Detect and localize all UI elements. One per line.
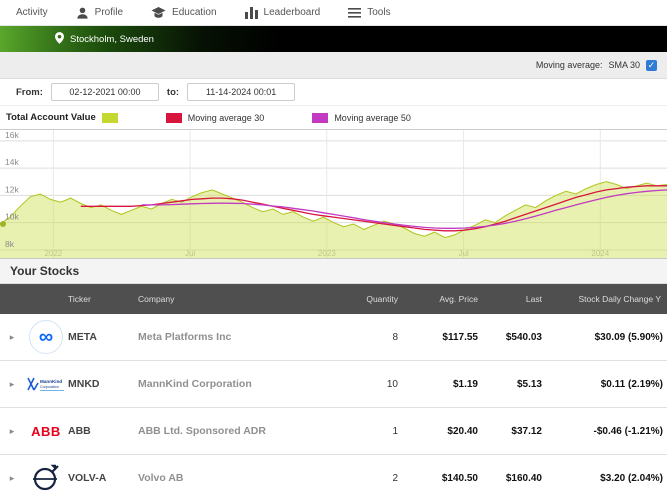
nav-label: Leaderboard — [263, 7, 321, 18]
app-window: Activity Profile Education Leaderboard T… — [0, 0, 667, 500]
legend-swatch — [165, 112, 182, 123]
legend-total-account-value[interactable]: Total Account Value — [6, 112, 118, 123]
nav-item-education[interactable]: Education — [151, 6, 217, 19]
legend-swatch — [312, 112, 329, 123]
col-last: Last — [525, 294, 542, 304]
ticker-cell: VOLV-A — [68, 472, 107, 484]
date-range-controls: From: to: — [0, 78, 667, 106]
nav-label: Profile — [94, 7, 124, 18]
legend-swatch — [101, 112, 118, 123]
svg-text:16k: 16k — [5, 130, 19, 140]
svg-text:12k: 12k — [5, 184, 19, 194]
location-banner: Stockholm, Sweden — [0, 26, 667, 52]
avg-price-cell: $20.40 — [447, 425, 478, 437]
table-row-mnkd[interactable]: ▸ MannKind Corporation MNKD MannKind Cor… — [0, 361, 667, 408]
legend-moving-average-30[interactable]: Moving average 30 — [165, 112, 264, 123]
from-date-input[interactable] — [50, 83, 159, 101]
expand-chevron-icon[interactable]: ▸ — [0, 473, 24, 484]
quantity-cell: 1 — [392, 425, 398, 437]
col-ticker: Ticker — [68, 294, 91, 304]
company-cell: Meta Platforms Inc — [138, 331, 232, 343]
abb-logo-icon: ABB — [31, 423, 61, 439]
quantity-cell: 10 — [386, 378, 398, 390]
avg-price-cell: $117.55 — [442, 331, 478, 343]
stocks-table-header: Ticker Company Quantity Avg. Price Last … — [0, 284, 667, 314]
meta-logo-icon: ∞ — [24, 320, 68, 354]
section-title-text: Your Stocks — [10, 264, 80, 278]
chart-canvas: 2022Jul2023Jul20248k10k12k14k16k — [0, 130, 667, 258]
volvo-logo-icon — [24, 462, 68, 494]
company-cell: Volvo AB — [138, 472, 184, 484]
col-quantity: Quantity — [366, 294, 398, 304]
svg-text:Corporation: Corporation — [40, 385, 59, 389]
person-icon — [76, 6, 89, 20]
nav-item-profile[interactable]: Profile — [76, 6, 123, 20]
ticker-cell: ABB — [68, 425, 91, 437]
moving-average-label: Moving average: — [535, 60, 603, 70]
top-nav: Activity Profile Education Leaderboard T… — [0, 0, 667, 26]
moving-average-controls: Moving average: SMA 30 — [0, 52, 667, 78]
chart-legend: Total Account Value Moving average 30 Mo… — [0, 106, 667, 130]
avg-price-cell: $1.19 — [452, 378, 478, 390]
change-cell: $0.11 (2.19%) — [600, 378, 663, 390]
expand-chevron-icon[interactable]: ▸ — [0, 426, 24, 437]
account-value-chart[interactable]: 2022Jul2023Jul20248k10k12k14k16k — [0, 130, 667, 258]
quantity-cell: 2 — [392, 472, 398, 484]
svg-text:14k: 14k — [5, 157, 19, 167]
expand-chevron-icon[interactable]: ▸ — [0, 332, 24, 343]
col-company: Company — [138, 294, 175, 304]
avg-price-cell: $140.50 — [441, 472, 478, 484]
company-cell: ABB Ltd. Sponsored ADR — [138, 425, 266, 437]
col-avg-price: Avg. Price — [439, 294, 478, 304]
from-label: From: — [16, 86, 43, 98]
sma-30-label: SMA 30 — [608, 60, 640, 70]
nav-label: Tools — [367, 7, 391, 18]
svg-text:MannKind: MannKind — [40, 379, 62, 384]
col-daily-change: Stock Daily Change Y — [578, 294, 661, 304]
sma-30-checkbox[interactable] — [646, 59, 657, 71]
nav-label: Education — [172, 7, 217, 18]
change-cell: $3.20 (2.04%) — [600, 472, 663, 484]
last-cell: $37.12 — [511, 425, 542, 437]
svg-text:8k: 8k — [5, 239, 15, 249]
nav-item-activity[interactable]: Activity — [10, 7, 48, 18]
change-cell: $30.09 (5.90%) — [594, 331, 663, 343]
nav-item-tools[interactable]: Tools — [348, 7, 391, 18]
nav-item-leaderboard[interactable]: Leaderboard — [244, 6, 321, 19]
bar-chart-icon — [244, 6, 258, 19]
quantity-cell: 8 — [392, 331, 398, 343]
company-cell: MannKind Corporation — [138, 378, 252, 390]
nav-label: Activity — [16, 7, 48, 18]
change-cell: -$0.46 (-1.21%) — [593, 425, 663, 437]
table-row-meta[interactable]: ▸ ∞ META Meta Platforms Inc 8 $117.55 $5… — [0, 314, 667, 361]
last-cell: $160.40 — [505, 472, 542, 484]
legend-moving-average-50[interactable]: Moving average 50 — [312, 112, 411, 123]
to-date-input[interactable] — [187, 83, 296, 101]
graduation-cap-icon — [151, 6, 166, 19]
mannkind-logo-icon: MannKind Corporation — [24, 374, 68, 394]
ticker-cell: META — [68, 331, 97, 343]
svg-text:10k: 10k — [5, 212, 19, 222]
last-cell: $540.03 — [505, 331, 542, 343]
table-row-volva[interactable]: ▸ VOLV-A Volvo AB 2 $140.50 $160.40 $3.2… — [0, 455, 667, 500]
menu-icon — [348, 7, 362, 18]
location-pin-icon — [55, 31, 64, 47]
expand-chevron-icon[interactable]: ▸ — [0, 379, 24, 390]
to-label: to: — [166, 86, 180, 98]
table-row-abb[interactable]: ▸ ABB ABB ABB Ltd. Sponsored ADR 1 $20.4… — [0, 408, 667, 455]
last-cell: $5.13 — [516, 378, 542, 390]
ticker-cell: MNKD — [68, 378, 100, 390]
location-text: Stockholm, Sweden — [70, 33, 154, 45]
your-stocks-header: Your Stocks — [0, 258, 667, 284]
stocks-table: Ticker Company Quantity Avg. Price Last … — [0, 284, 667, 500]
